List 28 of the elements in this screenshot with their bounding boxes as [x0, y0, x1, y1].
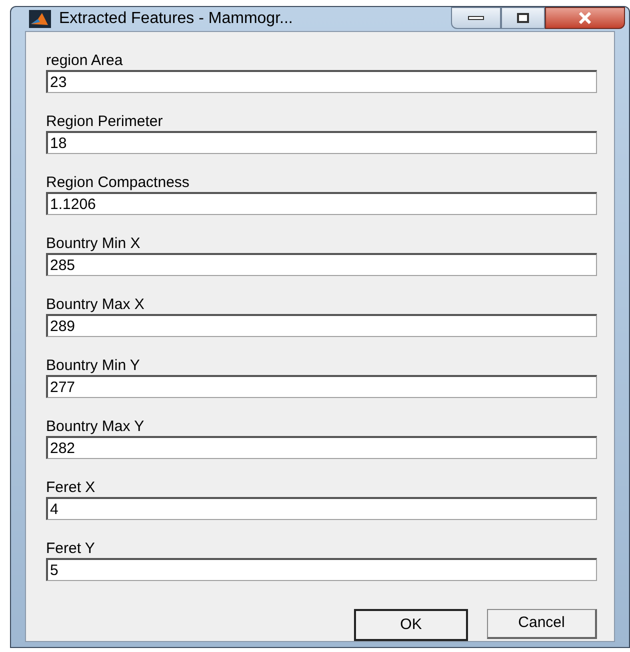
- value-field[interactable]: 289: [46, 314, 597, 337]
- value-field[interactable]: 23: [46, 70, 597, 93]
- field-label: Feret Y: [46, 540, 96, 558]
- field-label: Region Perimeter: [46, 113, 164, 131]
- dialog-button[interactable]: Cancel: [487, 609, 597, 639]
- minimize-button[interactable]: [451, 7, 501, 29]
- minimize-icon: [468, 16, 484, 20]
- field-label: Bountry Max X: [46, 296, 146, 314]
- value-field[interactable]: 1.1206: [46, 192, 597, 215]
- value-field[interactable]: 285: [46, 253, 597, 276]
- field-label: region Area: [46, 52, 124, 70]
- value-field[interactable]: 4: [46, 497, 597, 520]
- close-icon: [578, 12, 592, 24]
- dialog-button[interactable]: OK: [354, 609, 468, 641]
- close-button[interactable]: [545, 7, 625, 29]
- field-label: Bountry Max Y: [46, 418, 146, 436]
- app-logo-icon: [29, 10, 51, 28]
- value-field[interactable]: 5: [46, 558, 597, 581]
- window-title: Extracted Features - Mammogr...: [59, 9, 293, 29]
- value-field[interactable]: 282: [46, 436, 597, 459]
- value-field[interactable]: 277: [46, 375, 597, 398]
- field-label: Feret X: [46, 479, 96, 497]
- field-label: Bountry Min X: [46, 235, 142, 253]
- maximize-icon: [517, 13, 529, 23]
- value-field[interactable]: 18: [46, 131, 597, 154]
- field-label: Bountry Min Y: [46, 357, 141, 375]
- field-label: Region Compactness: [46, 174, 190, 192]
- maximize-button[interactable]: [501, 7, 545, 29]
